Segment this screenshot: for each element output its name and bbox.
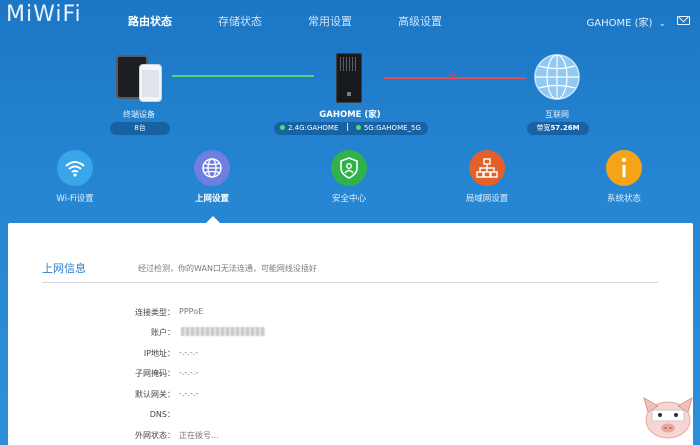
row-value: 正在拨号... (179, 431, 219, 440)
tab-common-settings[interactable]: 常用设置 (308, 13, 352, 29)
func-system-status[interactable]: 系统状态 (579, 150, 669, 204)
tab-storage-status[interactable]: 存储状态 (218, 13, 262, 29)
router-ssid-badge: 2.4G:GAHOME 5G:GAHOME_5G (274, 122, 428, 135)
tab-router-status[interactable]: 路由状态 (128, 13, 172, 29)
logo: MiWiFi (6, 2, 82, 27)
chevron-down-icon: ⌄ (658, 19, 666, 29)
redacted-account (181, 327, 265, 336)
router-icon[interactable] (336, 53, 362, 103)
user-menu[interactable]: GAHOME (家) ⌄ (587, 14, 666, 29)
internet-label: 互联网 (545, 110, 569, 119)
func-label: 系统状态 (606, 194, 641, 204)
func-lan-settings[interactable]: 局域网设置 (442, 150, 532, 204)
row-label: 账户： (151, 328, 175, 337)
func-security-center[interactable]: 安全中心 (304, 150, 394, 204)
func-label: 局域网设置 (465, 194, 509, 204)
status-dot-icon (355, 125, 361, 130)
phone-icon[interactable] (139, 64, 162, 102)
ssid-24g: 2.4G:GAHOME (288, 124, 339, 132)
row-label: 默认网关： (135, 390, 175, 399)
bandwidth-value: 57.26M (550, 124, 580, 132)
user-name: GAHOME (家) (586, 18, 653, 29)
info-row-connection-type: 连接类型： PPPoE (8, 307, 693, 321)
func-label: 安全中心 (331, 194, 366, 204)
row-label: IP地址： (143, 349, 175, 358)
func-internet-settings[interactable]: 上网设置 (167, 150, 257, 204)
terminal-label: 终端设备 (123, 110, 155, 119)
bandwidth-label: 带宽 (536, 124, 551, 132)
status-dot-icon (280, 125, 285, 130)
section-title: 上网信息 (42, 262, 86, 275)
top-bar: MiWiFi 路由状态 存储状态 常用设置 高级设置 GAHOME (家) ⌄ (0, 0, 700, 40)
globe-icon[interactable] (533, 53, 581, 101)
globe-icon (194, 150, 230, 186)
row-label: 子网掩码： (135, 369, 175, 378)
terminal-count-badge: 8台 (110, 122, 170, 135)
row-value: -.-.-.- (179, 389, 199, 398)
row-label: 外网状态： (135, 431, 175, 440)
info-row-subnet-mask: 子网掩码： -.-.-.- (8, 368, 693, 382)
bandwidth-badge: 带宽57.26M (527, 122, 589, 135)
tab-advanced-settings[interactable]: 高级设置 (398, 13, 442, 29)
mail-icon[interactable] (677, 16, 690, 25)
row-label: DNS： (149, 410, 175, 419)
divider (42, 282, 658, 283)
wan-status-message: 经过检测，你的WAN口无法连通，可能网线没插好 (138, 264, 317, 273)
info-icon (606, 150, 642, 186)
lan-connection-line (172, 75, 314, 77)
ssid-separator (346, 123, 348, 131)
info-row-ip-address: IP地址： -.-.-.- (8, 348, 693, 362)
ssid-5g: 5G:GAHOME_5G (363, 124, 421, 132)
row-value: PPPoE (179, 307, 204, 316)
row-value (179, 327, 265, 337)
router-name: GAHOME (家) (319, 110, 381, 120)
info-row-dns: DNS： (8, 409, 693, 423)
info-row-wan-status: 外网状态： 正在拨号... (8, 430, 693, 444)
active-tab-indicator (206, 216, 220, 223)
func-wifi-settings[interactable]: Wi-Fi设置 (30, 150, 120, 204)
func-label: Wi-Fi设置 (56, 194, 94, 204)
mascot-watermark-icon (643, 396, 693, 439)
row-value: -.-.-.- (179, 348, 199, 357)
row-label: 连接类型： (135, 308, 175, 317)
internet-info-panel: 上网信息 经过检测，你的WAN口无法连通，可能网线没插好 连接类型： PPPoE… (8, 223, 693, 445)
network-icon (469, 150, 505, 186)
info-row-account: 账户： (8, 327, 693, 341)
func-label: 上网设置 (194, 194, 229, 204)
shield-icon (331, 150, 367, 186)
row-value: -.-.-.- (179, 368, 199, 377)
wifi-icon (57, 150, 93, 186)
info-row-default-gateway: 默认网关： -.-.-.- (8, 389, 693, 403)
disconnected-x-icon: ✕ (448, 70, 459, 84)
